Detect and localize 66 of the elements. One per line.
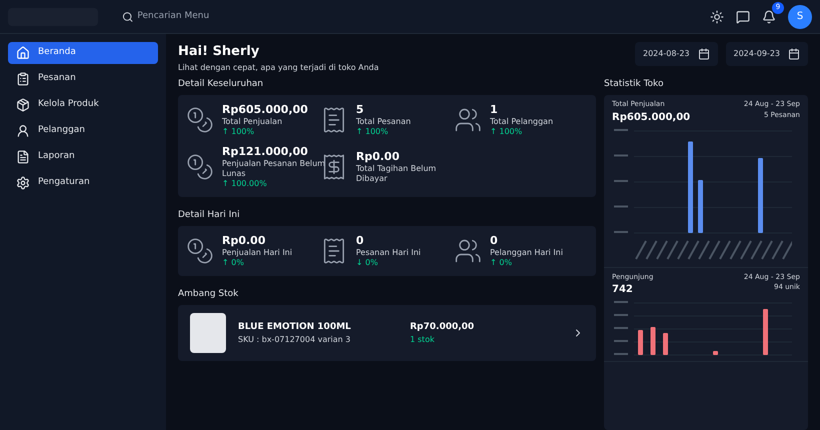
greeting-title: Hai! Sherly <box>178 43 260 61</box>
date-field[interactable]: 2024-09-23 <box>726 42 808 66</box>
calendar-icon[interactable] <box>698 48 710 60</box>
sidebar-item[interactable]: Laporan <box>8 146 158 168</box>
product-price: Rp70.000,00 <box>410 320 474 334</box>
stat-icon <box>186 236 214 265</box>
stat-label: Total Pesanan <box>356 116 411 127</box>
person-icon <box>16 124 30 138</box>
chart-bar <box>698 180 703 232</box>
product-sku: SKU : bx-07127004 varian 3 <box>238 334 352 346</box>
stat-label: Total Pelanggan <box>490 116 554 127</box>
stat-change: ↑ 0% <box>490 258 513 268</box>
chart-bar <box>713 351 718 355</box>
section-title: Detail Hari Ini <box>178 208 241 222</box>
home-icon <box>16 46 30 60</box>
section-title: Ambang Stok <box>178 288 240 301</box>
sidebar-item[interactable]: Beranda <box>8 42 158 64</box>
stat-value: 5 <box>356 103 365 117</box>
chart-bar <box>638 330 643 355</box>
search-icon <box>122 10 134 22</box>
stat-label: Pelanggan Hari Ini <box>490 248 563 258</box>
stat-value: Rp0.00 <box>356 150 400 164</box>
stat-change: ↑ 100.00% <box>222 178 268 188</box>
stat-value: 0 <box>356 234 365 248</box>
user-avatar[interactable]: S <box>788 4 812 28</box>
box-icon <box>16 98 30 112</box>
message-icon[interactable] <box>736 10 750 24</box>
clipboard-icon <box>16 72 30 86</box>
settings-icon <box>16 176 30 190</box>
stat-change: ↓ 0% <box>356 258 379 268</box>
greeting-subtitle: Lihat dengan cepat, apa yang terjadi di toko Anda <box>178 62 379 74</box>
stat-change: ↑ 100% <box>356 126 390 137</box>
stat-value: 1 <box>490 103 499 117</box>
stat-value: 0 <box>490 234 499 248</box>
stat-change: ↑ 0% <box>222 258 245 268</box>
theme-icon[interactable] <box>710 10 724 24</box>
sidebar-item[interactable]: Pesanan <box>8 68 158 90</box>
stat-label: Total Penjualan <box>222 116 284 127</box>
stat-change: ↑ 100% <box>222 126 256 137</box>
chart-bar <box>650 327 656 355</box>
stat-value: Rp121.000,00 <box>222 144 309 158</box>
stat-icon <box>186 152 214 181</box>
photo-placeholder <box>190 313 226 354</box>
calendar-icon[interactable] <box>788 48 800 60</box>
stat-panel-value: Rp605.000,00 <box>612 110 690 124</box>
sidebar-item[interactable]: Pelanggan <box>8 120 158 142</box>
chart-bar <box>763 309 768 355</box>
product-name: BLUE EMOTION 100ML <box>238 320 352 334</box>
document-icon <box>16 150 30 164</box>
date-field[interactable]: 2024-08-23 <box>635 42 718 66</box>
sidebar-item[interactable]: Kelola Produk <box>8 94 158 116</box>
section-title: Detail Keseluruhan <box>178 78 264 90</box>
stat-label: Penjualan Hari Ini <box>222 248 292 258</box>
stat-label: Penjualan Pesanan Belum Lunas <box>222 158 326 178</box>
stat-icon <box>186 106 214 134</box>
chart-bar <box>663 333 668 355</box>
stat-value: Rp0.00 <box>222 234 266 248</box>
product-stock: 1 stok <box>410 334 436 346</box>
stat-change: ↑ 100% <box>490 126 524 137</box>
stat-value: Rp605.000,00 <box>222 103 308 117</box>
sidebar-item[interactable]: Pengaturan <box>8 172 158 194</box>
stat-panel-value: 742 <box>612 283 634 297</box>
stat-label: Total Tagihan Belum Dibayar <box>356 164 438 184</box>
section-title: Statistik Toko <box>604 78 664 90</box>
notification-icon[interactable] <box>762 10 776 24</box>
stat-label: Pesanan Hari Ini <box>356 248 421 258</box>
